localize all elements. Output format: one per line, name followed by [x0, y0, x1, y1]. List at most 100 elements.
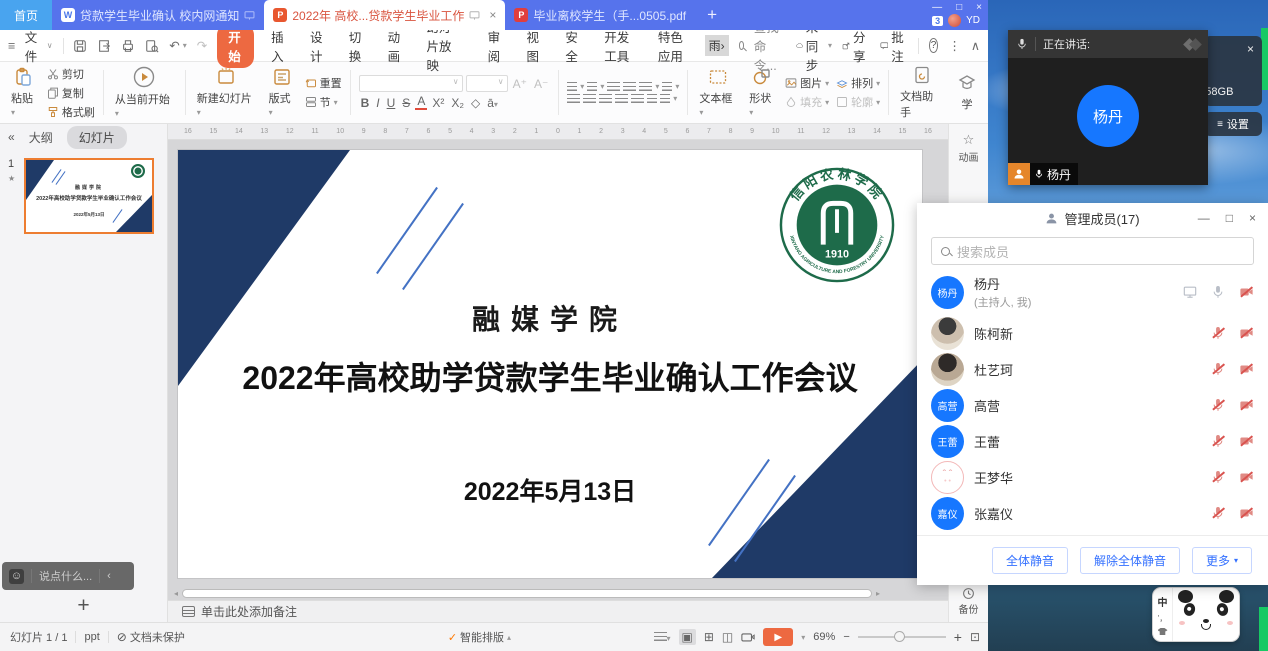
menu-item-animation[interactable]: 动画 [381, 24, 410, 68]
member-row[interactable]: 王蕾 王蕾 [917, 423, 1268, 459]
member-row[interactable]: 杜艺珂 [917, 351, 1268, 387]
scroll-left-icon[interactable]: ◂ [174, 589, 178, 598]
reset-button[interactable]: 重置 [305, 75, 342, 91]
notes-bar[interactable]: 单击此处添加备注 [168, 600, 948, 622]
mic-off-icon[interactable] [1211, 362, 1225, 376]
member-row[interactable]: 王梦华 [917, 459, 1268, 495]
redo-button[interactable]: ↷ [197, 38, 207, 53]
learn-button[interactable]: 学 [954, 73, 980, 112]
meeting-chat-bar[interactable]: ☺ 说点什么... ‹ [2, 562, 134, 590]
camera-off-icon[interactable] [1239, 326, 1254, 340]
zoom-slider-knob[interactable] [894, 631, 905, 642]
member-row[interactable]: 陈柯新 [917, 315, 1268, 351]
minimize-icon[interactable]: — [932, 2, 942, 13]
close-icon[interactable]: × [976, 2, 982, 13]
mic-off-icon[interactable] [1211, 398, 1225, 412]
font-color-button[interactable]: A [415, 95, 427, 110]
outline-button[interactable]: 轮廓▾ [836, 94, 880, 110]
undo-button[interactable]: ↶▾ [169, 38, 187, 53]
menu-item-overflow[interactable]: 雨› [705, 35, 729, 56]
print-preview-icon[interactable] [145, 39, 159, 53]
slide-college-text[interactable]: 融媒学院 [178, 298, 922, 338]
emoji-icon[interactable]: ☺ [9, 569, 24, 584]
member-search-input[interactable]: 搜索成员 [931, 237, 1254, 265]
ime-skin-icon[interactable] [1158, 628, 1168, 635]
backup-button[interactable]: 备份 [949, 587, 988, 616]
superscript-button[interactable]: X² [430, 96, 446, 110]
ime-language-mode[interactable]: 中 [1158, 594, 1168, 609]
distribute-icon[interactable] [631, 94, 644, 103]
help-icon[interactable]: ? [929, 38, 939, 53]
slide-canvas[interactable]: 信阳农林学院 XINYANG AGRICULTURE AND FORESTRY … [168, 140, 948, 586]
normal-view-icon[interactable]: ▣ [679, 629, 696, 645]
zoom-out-button[interactable]: − [843, 631, 849, 643]
slide-date-text[interactable]: 2022年5月13日 [178, 472, 922, 508]
zoom-in-button[interactable]: + [954, 629, 962, 645]
notes-toggle-icon[interactable]: ▾ [654, 630, 671, 644]
member-row[interactable]: 杨丹 杨丹 (主持人, 我) [917, 269, 1268, 315]
zoom-slider[interactable] [858, 636, 946, 638]
tab-slides[interactable]: 幻灯片 [67, 126, 127, 149]
increase-indent-icon[interactable] [623, 82, 636, 91]
menu-item-special-apps[interactable]: 特色应用 [651, 24, 695, 68]
font-size-combo[interactable] [466, 75, 508, 92]
member-row[interactable]: 嘉仪 张嘉仪 [917, 495, 1268, 531]
align-left-icon[interactable] [567, 94, 580, 103]
screen-share-icon[interactable] [1183, 285, 1197, 299]
play-from-current-button[interactable]: 从当前开始▾ [112, 66, 177, 119]
speaker-video-panel[interactable]: 正在讲话: 杨丹 杨丹 [1008, 30, 1208, 185]
notes-placeholder[interactable]: 单击此处添加备注 [201, 603, 297, 620]
add-slide-button[interactable]: + [0, 594, 167, 618]
menu-item-design[interactable]: 设计 [303, 24, 332, 68]
tab-outline[interactable]: 大纲 [29, 129, 53, 146]
bold-button[interactable]: B [359, 96, 372, 110]
slide-thumbnail[interactable]: 融媒学院 2022年高校助学贷款学生毕业确认工作会议 2022年5月13日 [24, 158, 154, 234]
maximize-panel-icon[interactable]: □ [1226, 211, 1233, 225]
tab-word-doc[interactable]: W 贷款学生毕业确认 校内网通知 [52, 0, 264, 30]
chat-collapse-icon[interactable]: ‹ [107, 570, 111, 582]
align-text-icon[interactable] [662, 82, 672, 91]
export-icon[interactable] [97, 39, 111, 53]
input-method-bar[interactable]: 中 '， [1152, 587, 1240, 642]
format-painter-button[interactable]: 格式刷 [47, 104, 95, 120]
font-increase-button[interactable]: A⁺ [511, 77, 529, 91]
font-family-combo[interactable] [359, 75, 463, 92]
menu-item-transition[interactable]: 切换 [342, 24, 371, 68]
save-icon[interactable] [73, 39, 87, 53]
underline-button[interactable]: U [385, 96, 398, 110]
layout-button[interactable]: 版式▾ [266, 67, 298, 118]
subscript-button[interactable]: X₂ [449, 96, 466, 110]
smart-layout-button[interactable]: ✓智能排版▴ [448, 629, 511, 645]
new-tab-button[interactable]: + [695, 5, 729, 25]
file-menu[interactable]: ≡ 文件 ∨ [8, 27, 53, 65]
horizontal-scrollbar[interactable]: ◂ ▸ [168, 586, 948, 600]
mic-off-icon[interactable] [1211, 470, 1225, 484]
picture-button[interactable]: 图片▾ [785, 75, 829, 91]
line-spacing-icon[interactable] [647, 94, 657, 103]
close-widget-icon[interactable]: × [1247, 42, 1254, 56]
scrollbar-thumb[interactable] [182, 589, 872, 598]
menu-item-devtools[interactable]: 开发工具 [597, 24, 641, 68]
fit-slide-icon[interactable]: ⊡ [970, 630, 980, 644]
menu-item-home[interactable]: 开始 [217, 24, 254, 68]
paste-button[interactable]: 粘贴▾ [8, 67, 40, 118]
chat-placeholder[interactable]: 说点什么... [39, 568, 92, 584]
menu-item-insert[interactable]: 插入 [264, 24, 293, 68]
shapes-button[interactable]: 形状▾ [746, 67, 778, 118]
share-button[interactable]: 分享 [842, 27, 870, 65]
minimize-panel-icon[interactable]: — [1198, 211, 1210, 225]
numbered-list-icon[interactable] [587, 82, 597, 91]
menu-item-view[interactable]: 视图 [520, 24, 549, 68]
clear-format-button[interactable]: ◇ [469, 96, 482, 110]
bullet-list-icon[interactable] [567, 82, 577, 91]
tab-home[interactable]: 首页 [0, 0, 52, 30]
member-row[interactable]: 高营 高营 [917, 387, 1268, 423]
cut-button[interactable]: 剪切 [47, 66, 95, 82]
close-tab-icon[interactable]: × [489, 8, 496, 22]
slide[interactable]: 信阳农林学院 XINYANG AGRICULTURE AND FORESTRY … [178, 150, 922, 578]
new-slide-button[interactable]: 新建幻灯片▾ [194, 67, 259, 118]
camera-off-icon[interactable] [1239, 398, 1254, 412]
mic-off-icon[interactable] [1211, 506, 1225, 520]
italic-button[interactable]: I [374, 96, 381, 110]
strikethrough-button[interactable]: S [400, 96, 412, 110]
